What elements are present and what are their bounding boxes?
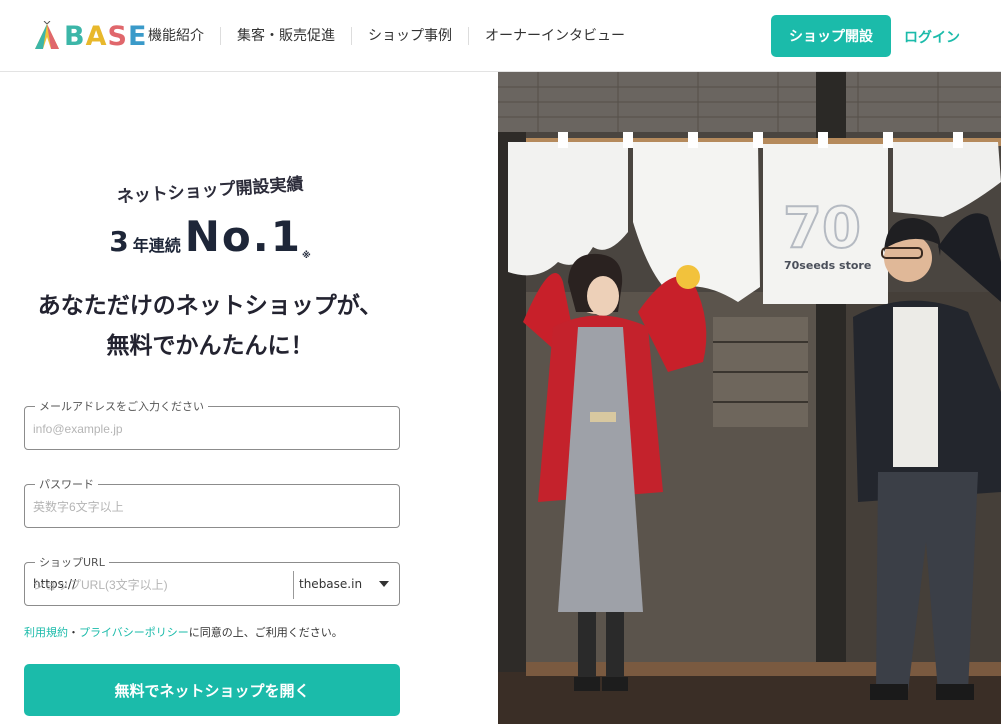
agree-separator: ・ <box>68 626 79 639</box>
noren-number: 70 <box>783 196 861 261</box>
url-divider <box>293 571 294 599</box>
email-label: メールアドレスをご入力ください <box>35 398 208 414</box>
email-input[interactable] <box>33 419 383 439</box>
main-nav: 機能紹介 集客・販売促進 ショップ事例 オーナーインタビュー <box>132 24 641 48</box>
agree-suffix: に同意の上、ご利用ください。 <box>188 626 343 639</box>
headline-line-1: あなただけのネットショップが、 <box>37 293 383 319</box>
password-field: パスワード <box>24 476 400 528</box>
headline-line-2: 無料でかんたんに！ <box>106 333 314 359</box>
hero-photo: 70 70seeds store <box>498 72 1001 724</box>
shop-owners-illustration: 70 70seeds store <box>498 72 1001 724</box>
create-shop-button[interactable]: 無料でネットショップを開く <box>24 664 400 716</box>
terms-link[interactable]: 利用規約 <box>24 626 68 639</box>
chevron-down-icon[interactable] <box>379 581 389 587</box>
years-number: 3 <box>109 225 129 258</box>
hero-headline: あなただけのネットショップが、 無料でかんたんに！ <box>0 286 420 366</box>
agreement-text: 利用規約・プライバシーポリシーに同意の上、ご利用ください。 <box>24 624 343 640</box>
shop-url-field: ショップURL https:// thebase.in <box>24 554 400 606</box>
nav-item-interviews[interactable]: オーナーインタビュー <box>468 27 641 45</box>
login-link[interactable]: ログイン <box>904 27 960 47</box>
achievement-tagline: ネットショップ開設実績 <box>116 174 305 208</box>
password-label: パスワード <box>35 476 98 492</box>
noren-text: 70seeds store <box>784 259 871 272</box>
base-logo[interactable]: BASE <box>32 18 147 54</box>
privacy-link[interactable]: プライバシーポリシー <box>79 626 189 639</box>
no1-badge: 3 年連続No.1※ <box>0 212 420 261</box>
nav-item-shop-cases[interactable]: ショップ事例 <box>351 27 468 45</box>
nav-item-features[interactable]: 機能紹介 <box>132 27 220 45</box>
years-unit: 年連続 <box>132 236 181 255</box>
nav-item-marketing[interactable]: 集客・販売促進 <box>220 27 351 45</box>
rank-text: No.1 <box>184 212 302 261</box>
email-field: メールアドレスをご入力ください <box>24 398 400 450</box>
tent-logo-icon <box>35 21 59 49</box>
site-header: BASE 機能紹介 集客・販売促進 ショップ事例 オーナーインタビュー ショップ… <box>0 0 1001 72</box>
open-shop-button[interactable]: ショップ開設 <box>771 15 891 57</box>
password-input[interactable] <box>33 497 383 517</box>
note-mark: ※ <box>301 251 311 261</box>
signup-panel: ネットショップ開設実績 3 年連続No.1※ あなただけのネットショップが、 無料… <box>0 72 498 724</box>
domain-select[interactable]: thebase.in <box>299 577 362 591</box>
shop-url-label: ショップURL <box>35 554 109 570</box>
